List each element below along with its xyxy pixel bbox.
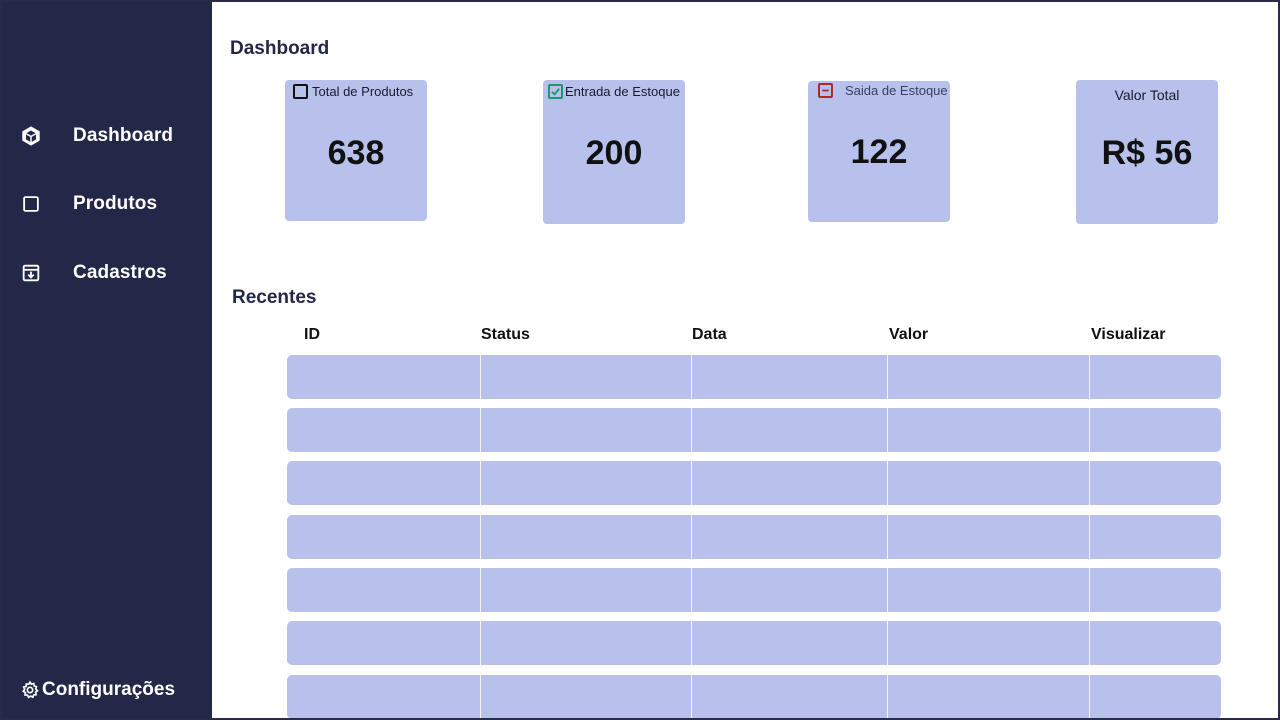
table-cell-divider	[1089, 675, 1090, 719]
table-row[interactable]	[287, 408, 1221, 452]
minus-checkbox-icon	[818, 83, 833, 98]
column-header-visualizar: Visualizar	[1091, 326, 1166, 343]
stat-card-label: Total de Produtos	[312, 84, 414, 99]
archive-download-icon	[20, 262, 42, 284]
table-cell-divider	[887, 408, 888, 452]
stat-card-entrada-estoque: Entrada de Estoque 200	[543, 80, 685, 224]
table-cell-divider	[480, 408, 481, 452]
table-cell-divider	[887, 568, 888, 612]
stat-card-label: Valor Total	[1114, 87, 1180, 103]
table-cell-divider	[887, 621, 888, 665]
table-cell-divider	[480, 675, 481, 719]
section-title-recentes: Recentes	[232, 287, 317, 308]
table-cell-divider	[887, 355, 888, 399]
column-header-status: Status	[481, 326, 530, 343]
table-cell-divider	[1089, 461, 1090, 505]
sidebar-item-label: Produtos	[73, 193, 158, 214]
table-cell-divider	[1089, 355, 1090, 399]
page-title: Dashboard	[230, 38, 330, 59]
stat-card-label: Entrada de Estoque	[565, 84, 680, 99]
table-cell-divider	[691, 515, 692, 559]
table-cell-divider	[691, 568, 692, 612]
table-cell-divider	[480, 355, 481, 399]
table-cell-divider	[691, 675, 692, 719]
table-cell-divider	[887, 515, 888, 559]
stat-card-value: 122	[850, 133, 908, 171]
stat-card-total-produtos: Total de Produtos 638	[285, 80, 427, 221]
table-row[interactable]	[287, 568, 1221, 612]
table-cell-divider	[480, 461, 481, 505]
table-cell-divider	[480, 621, 481, 665]
cube-icon	[20, 125, 42, 147]
table-row[interactable]	[287, 621, 1221, 665]
sidebar-item-label: Dashboard	[73, 125, 174, 146]
checked-checkbox-icon	[548, 84, 563, 99]
column-header-valor: Valor	[889, 326, 929, 343]
stat-card-valor-total: Valor Total R$ 56	[1076, 80, 1218, 224]
table-cell-divider	[887, 461, 888, 505]
sidebar-item-produtos[interactable]: Produtos	[20, 190, 157, 218]
table-cell-divider	[480, 515, 481, 559]
table-cell-divider	[887, 675, 888, 719]
table-cell-divider	[1089, 515, 1090, 559]
column-header-id: ID	[304, 326, 320, 343]
sidebar-item-dashboard[interactable]: Dashboard	[20, 122, 173, 150]
sidebar-item-cadastros[interactable]: Cadastros	[20, 259, 167, 287]
sidebar-item-label: Cadastros	[73, 262, 167, 283]
stat-card-saida-estoque: Saida de Estoque 122	[808, 81, 950, 222]
table-cell-divider	[1089, 621, 1090, 665]
table-row[interactable]	[287, 355, 1221, 399]
square-icon	[20, 193, 42, 215]
table-cell-divider	[691, 461, 692, 505]
table-row[interactable]	[287, 461, 1221, 505]
table-cell-divider	[691, 621, 692, 665]
table-cell-divider	[1089, 408, 1090, 452]
stat-card-label: Saida de Estoque	[845, 83, 948, 98]
table-cell-divider	[1089, 568, 1090, 612]
settings-label: Configurações	[42, 679, 176, 700]
column-header-data: Data	[692, 326, 727, 343]
empty-checkbox-icon	[293, 84, 308, 99]
table-cell-divider	[691, 408, 692, 452]
gear-icon	[20, 680, 40, 700]
table-row[interactable]	[287, 515, 1221, 559]
table-cell-divider	[691, 355, 692, 399]
stat-card-value: 200	[585, 134, 643, 172]
settings-button[interactable]: Configurações	[20, 676, 175, 704]
stat-card-value: 638	[327, 134, 385, 172]
sidebar: Dashboard Produtos Cadastros Configuraçõ…	[0, 0, 212, 720]
stat-card-value: R$ 56	[1101, 134, 1193, 172]
table-row[interactable]	[287, 675, 1221, 719]
table-cell-divider	[480, 568, 481, 612]
